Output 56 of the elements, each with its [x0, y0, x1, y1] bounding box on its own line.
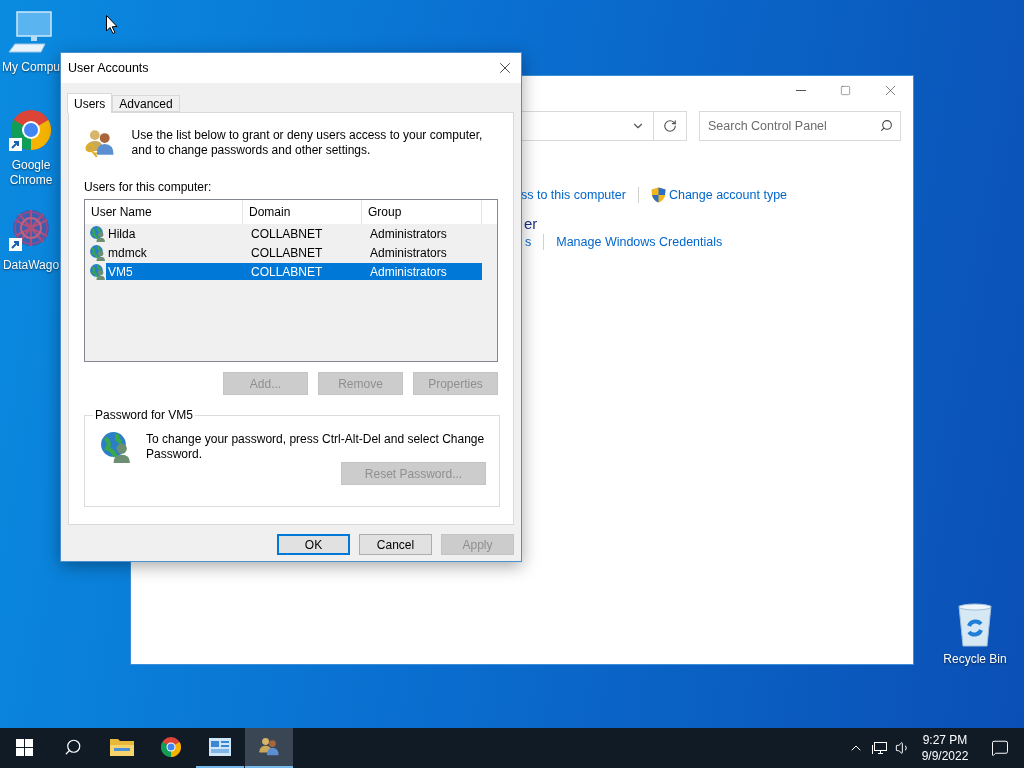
search-icon	[880, 119, 893, 132]
windows-logo-icon	[15, 738, 33, 756]
link[interactable]: Manage Windows Credentials	[556, 235, 723, 249]
maximize-icon	[840, 84, 851, 96]
column-header[interactable]: Domain	[243, 200, 362, 224]
table-cell-text: mdmck	[107, 245, 148, 260]
list-row[interactable]: VM5 COLLABNET Administrators	[106, 263, 482, 280]
table-cell-text: Administrators	[369, 245, 448, 260]
notification-icon	[991, 739, 1009, 757]
minimize-icon	[795, 89, 806, 91]
link[interactable]: s	[525, 235, 532, 249]
column-header[interactable]: Group	[362, 200, 482, 224]
refresh-button[interactable]	[654, 111, 687, 141]
section-heading: er	[524, 215, 538, 233]
table-cell-text: COLLABNET	[250, 226, 324, 241]
table-cell-text: COLLABNET	[250, 245, 324, 260]
group-title: Password for VM5	[94, 408, 195, 422]
intro-text: Use the list below to grant or deny users access to your computer, and to change passwords and other settings.	[131, 128, 484, 159]
link[interactable]: Change account type	[668, 188, 788, 202]
tab[interactable]: Advanced	[112, 95, 180, 112]
table-cell-text: Administrators	[369, 226, 448, 241]
link[interactable]: ss to this computer	[521, 188, 626, 202]
dialog-button[interactable]: Cancel	[359, 534, 432, 555]
user-globe-icon	[89, 244, 106, 261]
search-field[interactable]: Search Control Panel	[699, 111, 901, 141]
computer-icon	[7, 8, 55, 56]
table-cell-text: Hilda	[107, 226, 137, 241]
chrome-icon	[159, 735, 183, 759]
column-header[interactable]: User Name	[85, 200, 243, 224]
list-row[interactable]: mdmck COLLABNET Administrators	[106, 244, 482, 261]
clock[interactable]: 9:27 PM 9/9/2022	[914, 728, 976, 768]
desktop-icon-label[interactable]: DataWago	[2, 258, 60, 273]
user-globe-icon	[89, 263, 106, 280]
shield-icon	[650, 187, 666, 203]
password-help-text: To change your password, press Ctrl-Alt-Del and select Change Password.	[146, 432, 486, 463]
table-cell-text: COLLABNET	[250, 264, 324, 279]
users-key-icon	[84, 127, 116, 159]
monitor-icon	[872, 741, 888, 755]
tab[interactable]: Users	[67, 93, 113, 113]
table-cell-text: Administrators	[369, 264, 448, 279]
desktop-icon-label[interactable]: Google Chrome	[0, 158, 62, 188]
user-globe-icon	[99, 430, 132, 463]
dialog-button[interactable]: OK	[277, 534, 350, 555]
control-panel-icon	[209, 738, 231, 756]
mouse-cursor-icon	[106, 15, 118, 34]
search-icon	[64, 738, 82, 756]
desktop-icon-label[interactable]: My Compu	[2, 60, 60, 75]
list-row[interactable]: Hilda COLLABNET Administrators	[106, 225, 482, 242]
users-label: Users for this computer:	[84, 180, 213, 194]
window-title: User Accounts	[68, 61, 149, 75]
folder-icon	[110, 737, 134, 757]
table-cell-text: VM5	[107, 264, 134, 279]
desktop-icon-label[interactable]: Recycle Bin	[943, 652, 1007, 667]
users-icon	[258, 736, 280, 758]
refresh-icon	[663, 119, 677, 133]
user-globe-icon	[89, 225, 106, 242]
